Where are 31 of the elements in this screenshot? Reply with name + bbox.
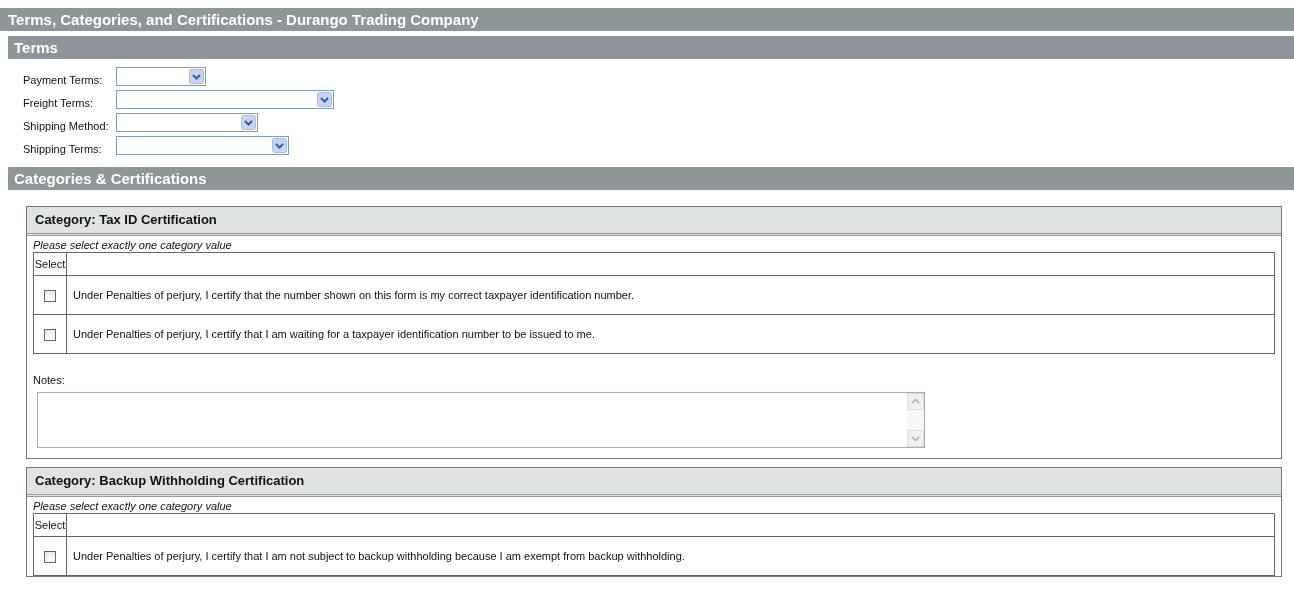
dropdown[interactable] bbox=[116, 67, 206, 86]
caret-icon bbox=[189, 69, 204, 84]
scroll-up-icon[interactable] bbox=[907, 393, 924, 410]
section-header: Terms bbox=[8, 36, 1294, 59]
dropdown[interactable] bbox=[116, 90, 334, 109]
checkbox[interactable] bbox=[44, 328, 56, 341]
instruction-text: Please select exactly one category value bbox=[32, 499, 233, 513]
field-label: Freight Terms: bbox=[23, 95, 95, 109]
section-header: Categories & Certifications bbox=[8, 167, 1294, 190]
option-text: Under Penalties of perjury, I certify that I am not subject to backup withholding because I am exempt from backup withholding. bbox=[66, 536, 1275, 576]
field-label: Shipping Method: bbox=[23, 118, 110, 132]
caret-icon bbox=[272, 138, 287, 153]
checkbox[interactable] bbox=[44, 550, 56, 563]
dropdown[interactable] bbox=[116, 113, 258, 132]
notes-label: Notes: bbox=[33, 374, 65, 386]
window-title: Terms, Categories, and Certifications - Durango Trading Company bbox=[0, 8, 1294, 31]
dropdown[interactable] bbox=[116, 136, 289, 155]
column-header: Select bbox=[33, 252, 67, 276]
category-title: Category: Tax ID Certification bbox=[27, 207, 1281, 236]
caret-icon bbox=[241, 115, 256, 130]
column-header: Select bbox=[33, 513, 67, 537]
option-text: Under Penalties of perjury, I certify that I am waiting for a taxpayer identification number to be issued to me. bbox=[66, 314, 1275, 354]
field-label: Payment Terms: bbox=[23, 72, 104, 86]
scroll-down-icon[interactable] bbox=[907, 430, 924, 447]
category-title: Category: Backup Withholding Certification bbox=[27, 468, 1281, 497]
field-label: Shipping Terms: bbox=[23, 141, 103, 155]
notes-field[interactable] bbox=[37, 392, 925, 448]
caret-icon bbox=[317, 92, 332, 107]
option-text: Under Penalties of perjury, I certify that the number shown on this form is my correct taxpayer identification number. bbox=[66, 275, 1275, 315]
instruction-text: Please select exactly one category value bbox=[32, 238, 233, 252]
checkbox[interactable] bbox=[44, 289, 56, 302]
